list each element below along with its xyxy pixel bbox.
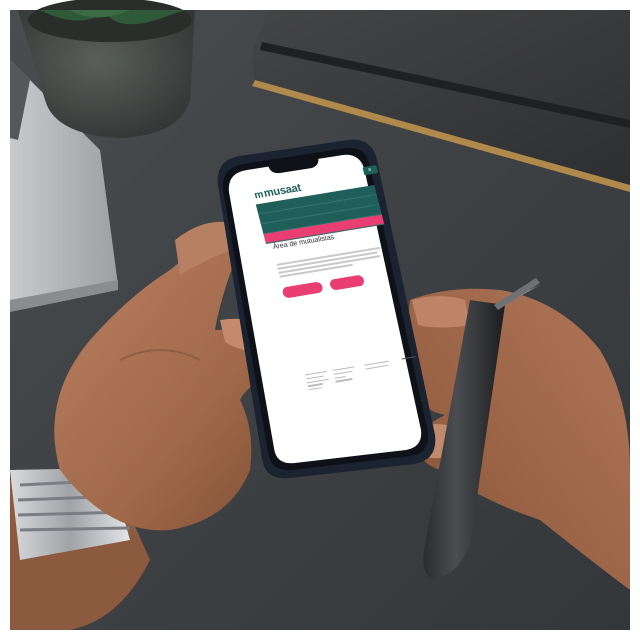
screen-paragraph [276,246,384,282]
photo-scene: mmusaat ≡ Área de mutualistas [0,0,640,638]
screen-button-2[interactable] [328,274,366,291]
screen-footer [304,355,423,391]
menu-button[interactable]: ≡ [362,165,379,176]
menu-icon: ≡ [367,167,373,174]
screen-button-1[interactable] [281,281,324,299]
